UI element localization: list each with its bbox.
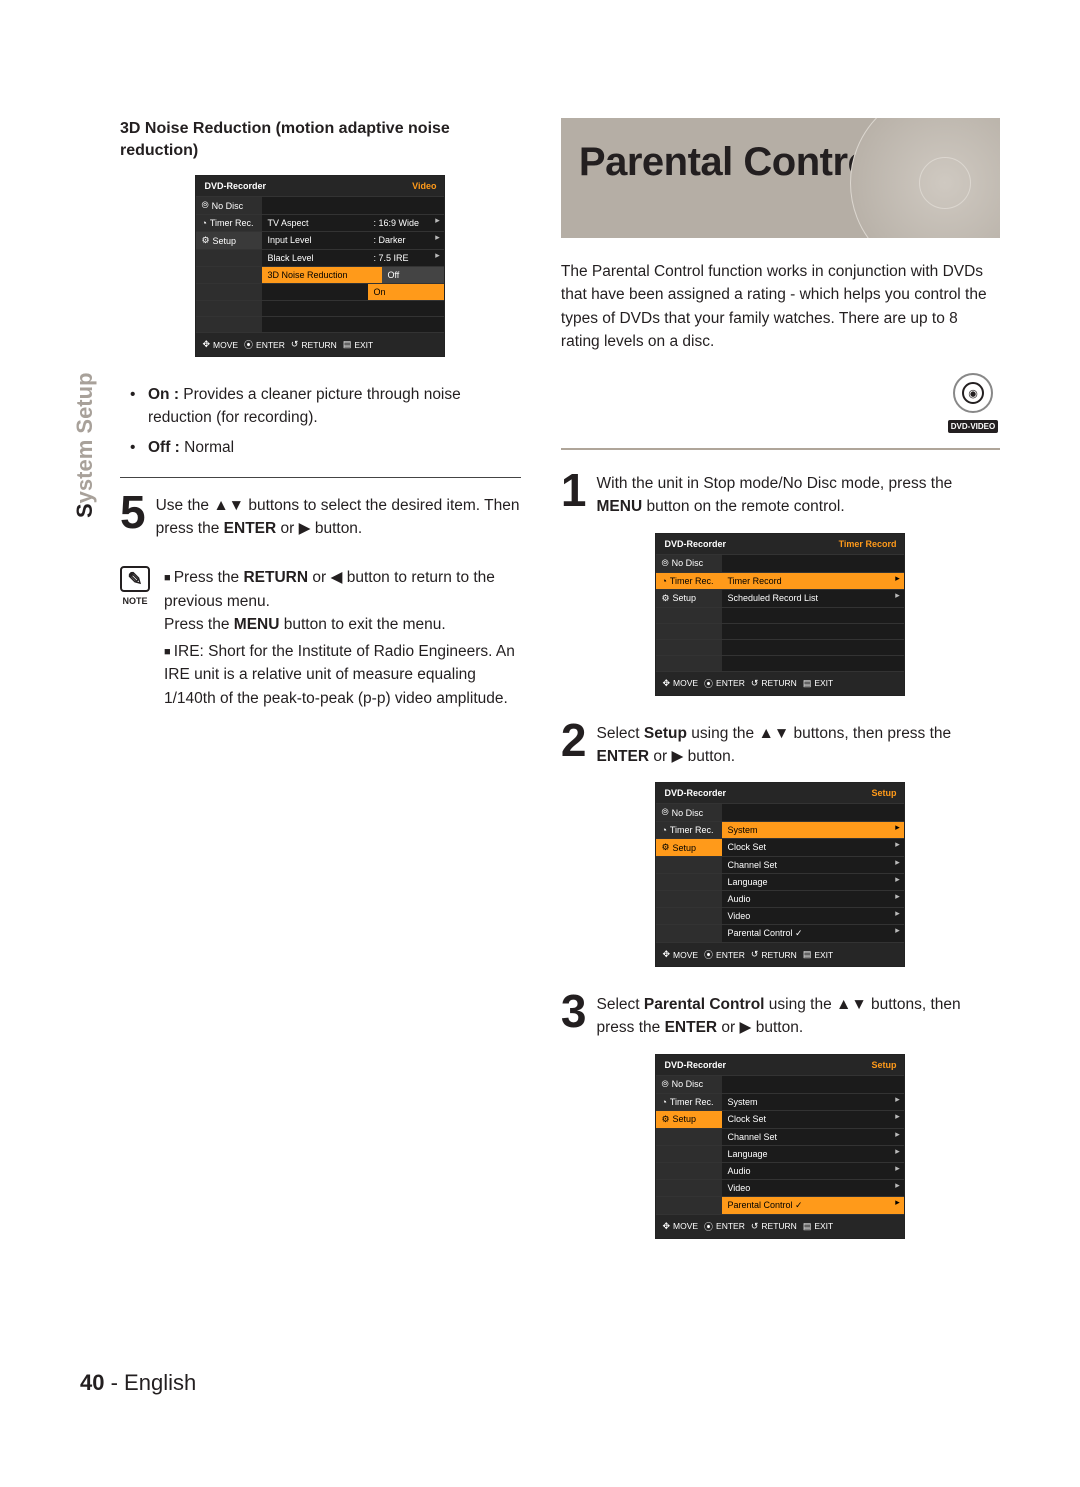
move-icon: ✥ [202,339,210,350]
page-footer: 40 - English [80,1370,196,1396]
osd-title-right: Timer Record [839,539,897,549]
osd-row-label: 3D Noise Reduction [262,267,382,283]
left-icon: ◀ [330,569,342,586]
disc-graphic [850,118,1000,238]
note-icon: ✎ [120,566,150,592]
step-text: Select Parental Control using the ▲▼ but… [597,991,1001,1040]
osd-footer: ✥MOVE ⦿ENTER ↺RETURN ▤EXIT [656,671,904,695]
osd-row-label: Black Level [262,250,368,266]
step-number: 2 [561,720,587,769]
updown-icon: ▲▼ [836,996,867,1013]
right-icon: ▶ [740,1019,752,1036]
osd-title-left: DVD-Recorder [204,181,266,191]
enter-icon: ⦿ [244,338,253,351]
osd-side-item: ◔ Timer Rec. [196,215,262,231]
osd-footer: ✥MOVE ⦿ENTER ↺RETURN ▤EXIT [656,942,904,966]
osd-row-label: Input Level [262,232,368,249]
osd-row-label: Scheduled Record List [722,590,890,607]
osd-dropdown-option: On [368,283,444,300]
chevron-right-icon: ▸ [430,215,444,231]
osd-row-label: TV Aspect [262,215,368,231]
osd-row-value: : 16:9 Wide [368,215,430,231]
osd-side-item: ⦾ No Disc [196,197,262,214]
osd-video-menu: DVD-Recorder Video ⦾ No Disc ◔ Timer Rec… [195,175,445,357]
bullet-item: Off : Normal [148,436,521,459]
updown-icon: ▲▼ [213,497,244,514]
step-text: With the unit in Stop mode/No Disc mode,… [597,470,1001,519]
updown-icon: ▲▼ [758,725,789,742]
return-icon: ↺ [291,339,299,350]
bullet-item: On : Provides a cleaner picture through … [148,383,521,430]
dvd-video-badge: ◉ DVD-VIDEO [946,373,1000,434]
step-number: 3 [561,991,587,1040]
osd-row-value: : Darker [368,232,430,249]
osd-title-left: DVD-Recorder [664,539,726,549]
step-text: Select Setup using the ▲▼ buttons, then … [597,720,1001,769]
right-icon: ▶ [299,520,311,537]
osd-title-right: Video [412,181,436,191]
hero-banner: Parental Control [561,118,1000,238]
exit-icon: ▤ [343,339,352,350]
osd-row-label: Timer Record [722,573,890,589]
right-icon: ▶ [671,748,683,765]
step-number: 1 [561,470,587,519]
osd-setup-menu: DVD-RecorderSetup ⦾ No Disc ◔ Timer Rec.… [655,782,905,967]
side-tab-label: System Setup [72,372,98,518]
chevron-right-icon: ▸ [430,250,444,266]
divider [120,477,521,478]
chevron-right-icon: ▸ [430,232,444,249]
note-item: ■ IRE: Short for the Institute of Radio … [164,640,521,710]
step-text: Use the ▲▼ buttons to select the desired… [156,492,521,541]
osd-timer-record: DVD-RecorderTimer Record ⦾ No Disc ◔ Tim… [655,533,905,696]
divider [561,448,1000,450]
step-number: 5 [120,492,146,541]
osd-dropdown-option: Off [382,267,444,283]
osd-footer: ✥MOVE ⦿ENTER ↺RETURN ▤EXIT [656,1214,904,1238]
intro-paragraph: The Parental Control function works in c… [561,260,1000,353]
osd-footer: ✥MOVE ⦿ENTER ↺RETURN ▤EXIT [196,332,444,356]
note-label: NOTE [120,596,150,606]
note-item: ■ Press the RETURN or ◀ button to return… [164,566,521,636]
osd-row-value: : 7.5 IRE [368,250,430,266]
section-heading: 3D Noise Reduction (motion adaptive nois… [120,118,521,161]
osd-side-item: ⚙ Setup [196,232,262,249]
osd-setup-parental: DVD-RecorderSetup ⦾ No Disc ◔ Timer Rec.… [655,1054,905,1239]
